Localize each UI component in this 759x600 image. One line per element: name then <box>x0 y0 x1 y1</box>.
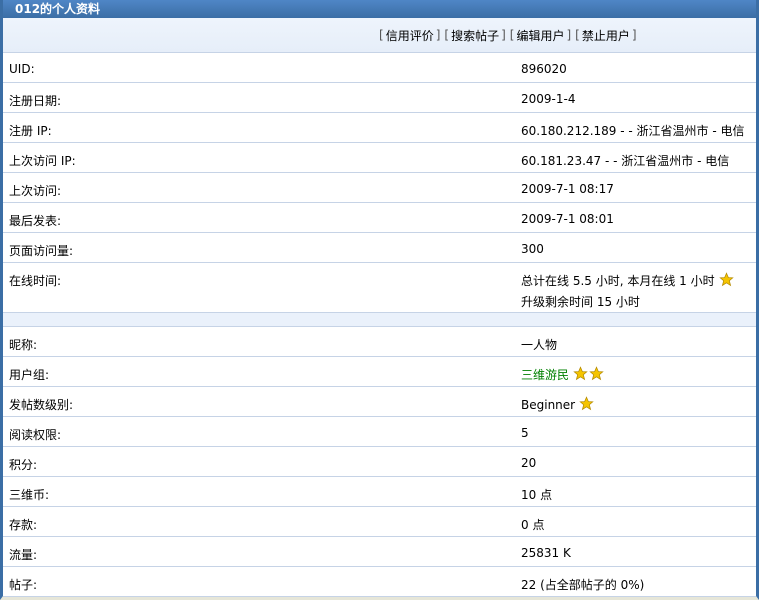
online-time-line1: 总计在线 5.5 小时, 本月在线 1 小时 <box>521 274 715 288</box>
read-perm-label: 阅读权限: <box>9 428 62 442</box>
online-time-line2: 升级剩余时间 15 小时 <box>521 295 640 309</box>
last-ip-value: 60.181.23.47 - - 浙江省温州市 - 电信 <box>521 154 730 168</box>
row-deposit: 存款: 0 点 <box>3 507 756 537</box>
action-bar: [信用评价] [搜索帖子] [编辑用户] [禁止用户] <box>3 18 756 53</box>
traffic-value: 25831 K <box>521 546 571 560</box>
last-ip-label: 上次访问 IP: <box>9 154 76 168</box>
user-group-value: 三维游民 <box>521 366 604 383</box>
online-time-label: 在线时间: <box>9 274 62 288</box>
post-level-value: Beginner <box>521 396 594 412</box>
row-uid: UID: 896020 <box>3 53 756 83</box>
credit-rating-link[interactable]: 信用评价 <box>386 27 434 44</box>
star-icon <box>573 366 588 381</box>
row-last-visit: 上次访问: 2009-7-1 08:17 <box>3 173 756 203</box>
uid-value: 896020 <box>521 62 567 76</box>
user-group-label: 用户组: <box>9 368 50 382</box>
ban-user-link[interactable]: 禁止用户 <box>582 27 630 44</box>
online-time-value: 总计在线 5.5 小时, 本月在线 1 小时 升级剩余时间 15 小时 <box>521 272 734 310</box>
reg-date-label: 注册日期: <box>9 94 62 108</box>
row-nickname: 昵称: 一人物 <box>3 327 756 357</box>
star-icon <box>589 366 604 381</box>
user-group-name: 三维游民 <box>521 368 570 382</box>
profile-panel: 012的个人资料 [信用评价] [搜索帖子] [编辑用户] [禁止用户] UID… <box>0 0 759 600</box>
nickname-value: 一人物 <box>521 338 558 352</box>
deposit-value: 0 点 <box>521 518 545 532</box>
row-online-time: 在线时间: 总计在线 5.5 小时, 本月在线 1 小时 升级剩余时间 15 小… <box>3 263 756 313</box>
deposit-label: 存款: <box>9 518 38 532</box>
row-user-group: 用户组: 三维游民 <box>3 357 756 387</box>
row-reg-date: 注册日期: 2009-1-4 <box>3 83 756 113</box>
last-post-value: 2009-7-1 08:01 <box>521 212 614 226</box>
last-visit-label: 上次访问: <box>9 184 62 198</box>
last-visit-value: 2009-7-1 08:17 <box>521 182 614 196</box>
points-value: 20 <box>521 456 537 470</box>
last-post-label: 最后发表: <box>9 214 62 228</box>
row-last-ip: 上次访问 IP: 60.181.23.47 - - 浙江省温州市 - 电信 <box>3 143 756 173</box>
nickname-label: 昵称: <box>9 338 38 352</box>
post-level-label: 发帖数级别: <box>9 398 74 412</box>
reg-date-value: 2009-1-4 <box>521 92 576 106</box>
uid-label: UID: <box>9 62 35 76</box>
search-posts-link[interactable]: 搜索帖子 <box>451 27 499 44</box>
traffic-label: 流量: <box>9 548 38 562</box>
panel-title: 012的个人资料 <box>3 0 756 18</box>
coins-value: 10 点 <box>521 488 553 502</box>
row-points: 积分: 20 <box>3 447 756 477</box>
posts-value: 22 (占全部帖子的 0%) <box>521 578 645 592</box>
points-label: 积分: <box>9 458 38 472</box>
post-level-name: Beginner <box>521 398 576 412</box>
row-page-views: 页面访问量: 300 <box>3 233 756 263</box>
edit-user-link[interactable]: 编辑用户 <box>516 27 564 44</box>
row-traffic: 流量: 25831 K <box>3 537 756 567</box>
page-views-value: 300 <box>521 242 544 256</box>
row-posts: 帖子: 22 (占全部帖子的 0%) <box>3 567 756 597</box>
section-separator <box>3 313 756 327</box>
profile-table: UID: 896020 注册日期: 2009-1-4 注册 IP: 60.180… <box>3 53 756 597</box>
row-last-post: 最后发表: 2009-7-1 08:01 <box>3 203 756 233</box>
row-coins: 三维币: 10 点 <box>3 477 756 507</box>
reg-ip-label: 注册 IP: <box>9 124 52 138</box>
reg-ip-value: 60.180.212.189 - - 浙江省温州市 - 电信 <box>521 124 745 138</box>
coins-label: 三维币: <box>9 488 50 502</box>
page-views-label: 页面访问量: <box>9 244 74 258</box>
star-icon <box>579 396 594 411</box>
row-read-perm: 阅读权限: 5 <box>3 417 756 447</box>
star-icon <box>718 272 734 287</box>
row-reg-ip: 注册 IP: 60.180.212.189 - - 浙江省温州市 - 电信 <box>3 113 756 143</box>
read-perm-value: 5 <box>521 426 529 440</box>
posts-label: 帖子: <box>9 578 38 592</box>
row-post-level: 发帖数级别: Beginner <box>3 387 756 417</box>
